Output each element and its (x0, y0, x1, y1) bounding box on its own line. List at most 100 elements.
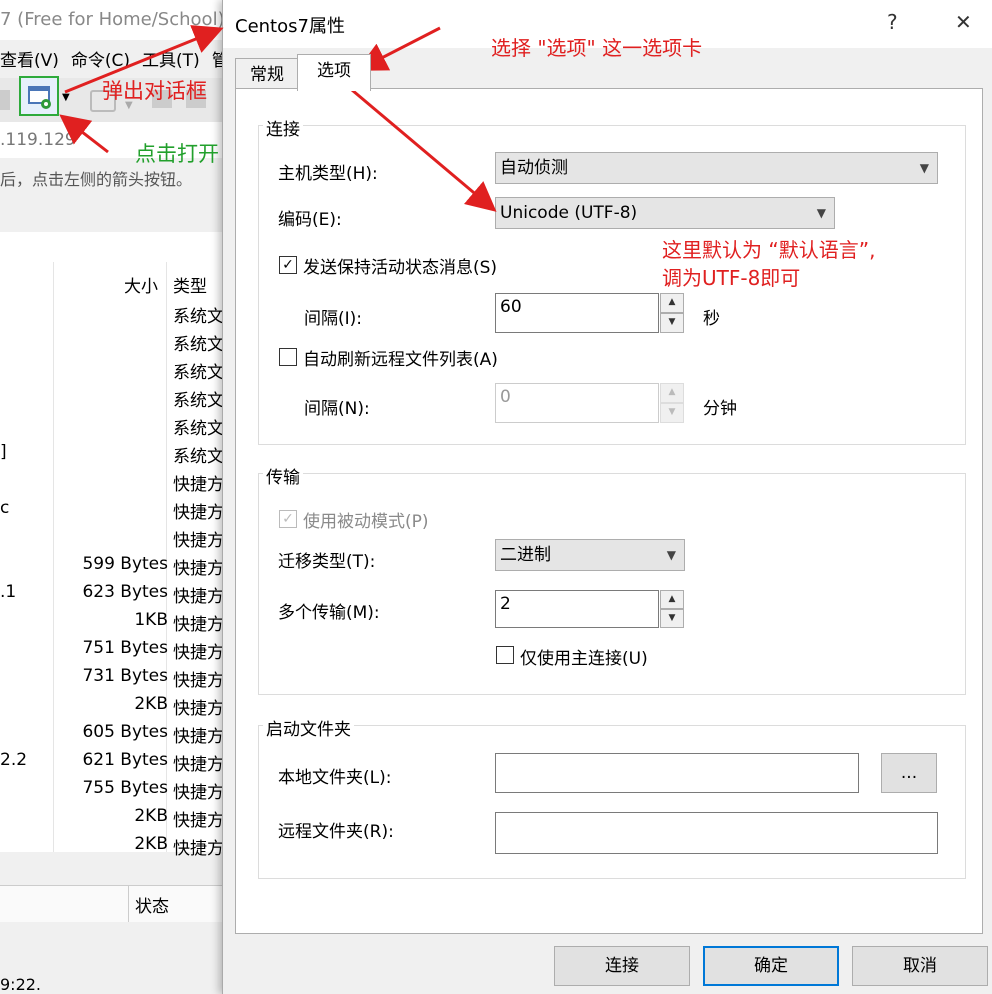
row-size: 623 Bytes (82, 582, 168, 602)
interval-unit: 秒 (703, 309, 720, 329)
column-header-size[interactable]: 大小 (124, 272, 158, 297)
row-size: 1KB (134, 610, 168, 630)
table-row[interactable]: c 快捷方 (0, 498, 230, 526)
row-type: 系统文 (173, 447, 224, 467)
spin-down-icon: ▼ (660, 403, 684, 423)
table-row[interactable]: 系统文 (0, 358, 230, 386)
status-bar-text: 9:22. (0, 975, 42, 994)
spin-up-icon[interactable]: ▲ (660, 590, 684, 609)
spin-down-icon[interactable]: ▼ (660, 609, 684, 628)
row-size: 731 Bytes (82, 666, 168, 686)
row-size: 2KB (134, 834, 168, 854)
keepalive-label[interactable]: 发送保持活动状态消息(S) (303, 253, 497, 278)
table-row[interactable]: 731 Bytes 快捷方 (0, 666, 230, 694)
interval-input[interactable]: 60 (495, 293, 659, 333)
refresh-interval-label: 间隔(N): (304, 399, 370, 419)
startup-folder-group (258, 725, 966, 879)
table-row[interactable]: 1KB 快捷方 (0, 610, 230, 638)
row-size: 2KB (134, 806, 168, 826)
menu-command[interactable]: 命令(C) (71, 51, 130, 71)
table-row[interactable]: 系统文 (0, 330, 230, 358)
connect-button[interactable]: 连接 (554, 946, 690, 986)
table-row[interactable]: 751 Bytes 快捷方 (0, 638, 230, 666)
row-size: 2KB (134, 694, 168, 714)
interval-spinner[interactable]: ▲ ▼ (660, 293, 684, 333)
multi-transfer-label: 多个传输(M): (278, 603, 380, 623)
host-type-select[interactable]: 自动侦测 ▼ (495, 152, 938, 184)
spin-down-icon[interactable]: ▼ (660, 313, 684, 333)
table-row[interactable]: 系统文 (0, 414, 230, 442)
spin-up-icon[interactable]: ▲ (660, 293, 684, 313)
check-icon: ✓ (282, 511, 294, 527)
row-type: 快捷方 (173, 727, 224, 747)
row-type: 快捷方 (173, 475, 224, 495)
remote-folder-input[interactable] (495, 812, 938, 854)
app-title: 7 (Free for Home/School) (0, 0, 230, 40)
table-row[interactable]: 2KB 快捷方 (0, 834, 230, 862)
spin-up-icon: ▲ (660, 383, 684, 403)
help-button[interactable]: ? (887, 10, 898, 34)
row-size: 751 Bytes (82, 638, 168, 658)
browse-button[interactable]: ... (881, 753, 937, 793)
table-row[interactable]: 2KB 快捷方 (0, 806, 230, 834)
keepalive-checkbox[interactable]: ✓ (279, 256, 297, 274)
auto-refresh-checkbox[interactable] (279, 348, 297, 366)
main-connection-checkbox[interactable] (496, 646, 514, 664)
table-row[interactable]: 系统文 (0, 302, 230, 330)
table-row[interactable]: 2.2 621 Bytes 快捷方 (0, 750, 230, 778)
transfer-panel: 状态 (0, 885, 230, 922)
interval-label: 间隔(I): (304, 309, 363, 329)
table-row[interactable]: .1 623 Bytes 快捷方 (0, 582, 230, 610)
cancel-button[interactable]: 取消 (852, 946, 988, 986)
row-type: 系统文 (173, 335, 224, 355)
transfer-type-select[interactable]: 二进制 ▼ (495, 539, 685, 571)
table-row[interactable]: 755 Bytes 快捷方 (0, 778, 230, 806)
chevron-down-icon: ▼ (816, 206, 826, 220)
row-name: ] (0, 442, 7, 462)
auto-refresh-label[interactable]: 自动刷新远程文件列表(A) (303, 345, 498, 370)
column-header-type[interactable]: 类型 (173, 272, 207, 297)
chevron-down-icon: ▼ (666, 548, 676, 562)
multi-transfer-spinner[interactable]: ▲ ▼ (660, 590, 684, 628)
tab-options[interactable]: 选项 (297, 54, 371, 91)
menu-view[interactable]: 查看(V) (0, 51, 59, 71)
table-row[interactable]: 2KB 快捷方 (0, 694, 230, 722)
row-type: 快捷方 (173, 811, 224, 831)
annotation-click-open: 点击打开 (135, 142, 219, 166)
annotation-popup: 弹出对话框 (102, 79, 207, 103)
refresh-interval-spinner: ▲ ▼ (660, 383, 684, 423)
row-name: .1 (0, 582, 17, 602)
local-folder-input[interactable] (495, 753, 859, 793)
table-row[interactable]: 系统文 (0, 386, 230, 414)
row-size: 599 Bytes (82, 554, 168, 574)
properties-button[interactable] (19, 76, 59, 116)
close-icon[interactable]: ✕ (955, 10, 972, 34)
table-row[interactable]: 快捷方 (0, 470, 230, 498)
row-type: 快捷方 (173, 671, 224, 691)
encoding-select[interactable]: Unicode (UTF-8) ▼ (495, 197, 835, 229)
encoding-value: Unicode (UTF-8) (500, 203, 638, 223)
table-row[interactable]: ] 系统文 (0, 442, 230, 470)
row-size: 755 Bytes (82, 778, 168, 798)
ok-button[interactable]: 确定 (703, 946, 839, 986)
chevron-down-icon[interactable]: ▼ (62, 92, 70, 103)
transfer-group-title: 传输 (263, 463, 303, 488)
menu-tools[interactable]: 工具(T) (142, 51, 200, 71)
row-type: 快捷方 (173, 755, 224, 775)
row-type: 系统文 (173, 391, 224, 411)
properties-gear-icon (28, 86, 51, 109)
tab-general[interactable]: 常规 (235, 58, 299, 91)
row-size: 621 Bytes (82, 750, 168, 770)
row-name: c (0, 498, 10, 518)
row-size: 605 Bytes (82, 722, 168, 742)
row-type: 系统文 (173, 419, 224, 439)
table-row[interactable]: 快捷方 (0, 526, 230, 554)
dialog-title: Centos7属性 (235, 16, 345, 37)
refresh-interval-unit: 分钟 (703, 399, 737, 419)
main-connection-label[interactable]: 仅使用主连接(U) (520, 644, 648, 669)
transfer-type-value: 二进制 (500, 545, 551, 565)
table-row[interactable]: 599 Bytes 快捷方 (0, 554, 230, 582)
column-header-status[interactable]: 状态 (135, 892, 169, 917)
table-row[interactable]: 605 Bytes 快捷方 (0, 722, 230, 750)
multi-transfer-input[interactable]: 2 (495, 590, 659, 628)
